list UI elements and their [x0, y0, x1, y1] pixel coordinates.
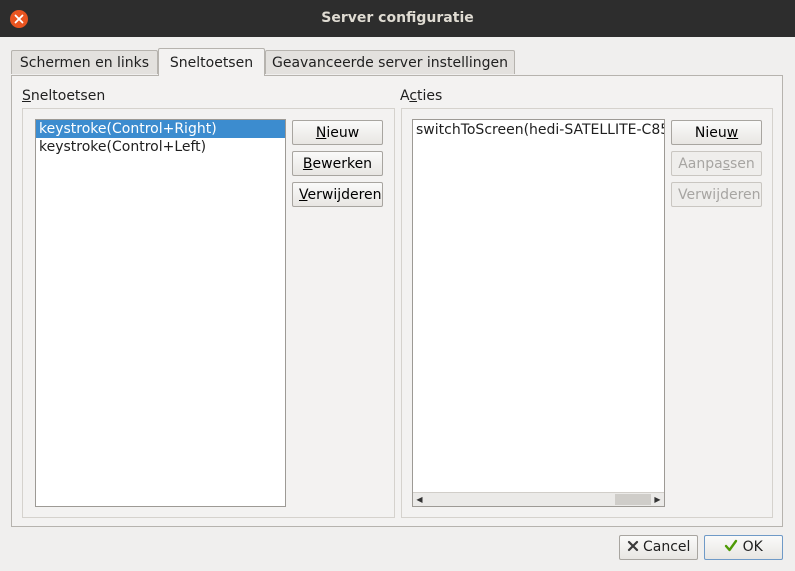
tab-panel-hotkeys: Sneltoetsen keystroke(Control+Right) keys…: [11, 75, 783, 527]
window-title: Server configuratie: [321, 10, 474, 26]
tab-screens-and-links[interactable]: Schermen en links: [11, 50, 158, 74]
hotkeys-group-label-mnemonic: S: [22, 88, 31, 104]
scroll-right-icon[interactable]: ▶: [651, 493, 664, 506]
title-bar: Server configuratie: [0, 0, 795, 37]
action-list-item[interactable]: switchToScreen(hedi-SATELLITE-C85: [413, 121, 664, 139]
hotkeys-group-label: Sneltoetsen: [22, 88, 105, 104]
hotkey-list-item[interactable]: keystroke(Control+Left): [36, 138, 285, 156]
hotkeys-group-label-rest: neltoetsen: [30, 88, 106, 104]
scrollbar-thumb[interactable]: [615, 494, 651, 505]
actions-list[interactable]: switchToScreen(hedi-SATELLITE-C85 ◀ ▶: [412, 119, 665, 507]
actions-groupbox: switchToScreen(hedi-SATELLITE-C85 ◀ ▶ Ni…: [401, 108, 773, 518]
checkmark-icon: [724, 539, 738, 552]
hotkey-list-item[interactable]: keystroke(Control+Right): [36, 120, 285, 138]
cancel-label: Cancel: [643, 539, 691, 555]
tab-hotkeys[interactable]: Sneltoetsen: [158, 48, 265, 76]
ok-label: OK: [742, 539, 763, 555]
cancel-button[interactable]: Cancel: [619, 535, 698, 560]
scroll-left-icon[interactable]: ◀: [413, 493, 426, 506]
hotkey-new-button[interactable]: Nieuw: [292, 120, 383, 145]
hotkey-edit-button[interactable]: Bewerken: [292, 151, 383, 176]
action-edit-button[interactable]: Aanpassen: [671, 151, 762, 176]
tab-advanced-settings[interactable]: Geavanceerde server instellingen: [265, 50, 515, 74]
x-icon: [627, 540, 638, 552]
hotkey-remove-button[interactable]: Verwijderen: [292, 182, 383, 207]
hotkeys-list[interactable]: keystroke(Control+Right) keystroke(Contro…: [35, 119, 286, 507]
action-remove-button[interactable]: Verwijderen: [671, 182, 762, 207]
actions-horizontal-scrollbar[interactable]: ◀ ▶: [413, 492, 664, 506]
ok-button[interactable]: OK: [704, 535, 783, 560]
actions-group-label: Acties: [400, 88, 443, 104]
action-new-button[interactable]: Nieuw: [671, 120, 762, 145]
hotkeys-groupbox: keystroke(Control+Right) keystroke(Contro…: [22, 108, 395, 518]
